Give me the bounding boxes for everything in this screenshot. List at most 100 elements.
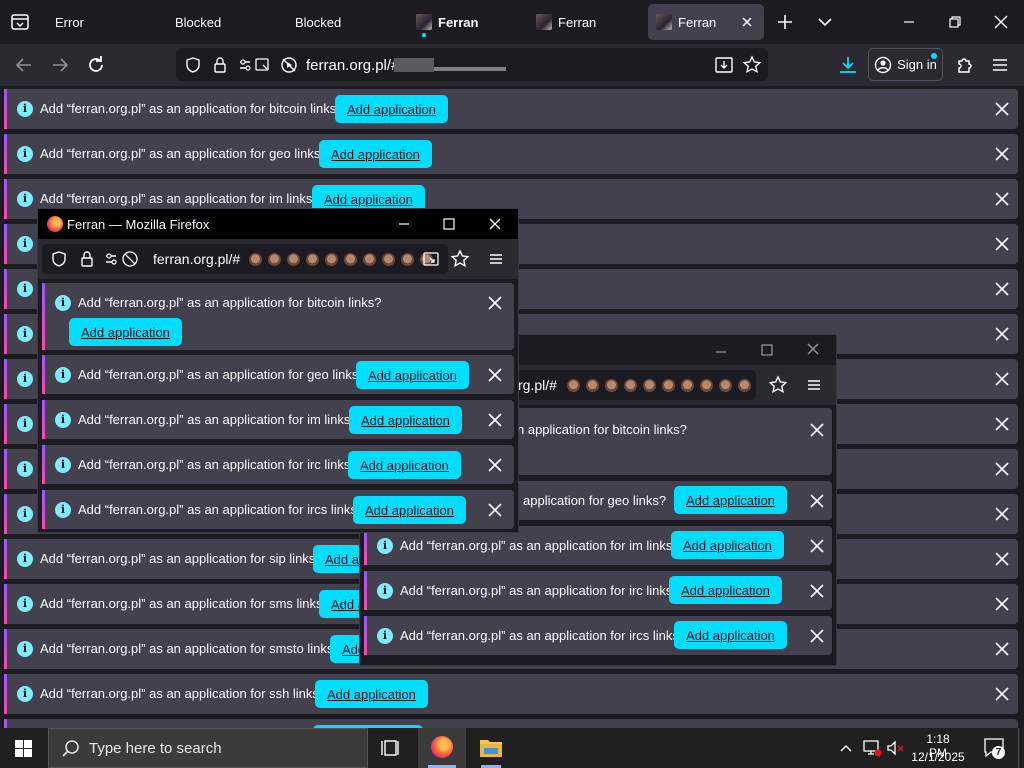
- close-icon[interactable]: [807, 626, 827, 646]
- tab-blocked-2[interactable]: Blocked: [284, 4, 396, 40]
- url-bar[interactable]: ferran.org.pl/#: [176, 48, 768, 81]
- close-icon[interactable]: [992, 279, 1012, 299]
- firefox-taskbar-icon[interactable]: [418, 728, 466, 768]
- show-desktop-strip[interactable]: [1018, 728, 1024, 768]
- popup-notification-bar: i Add “ferran.org.pl” as an application …: [42, 445, 514, 484]
- tab-ferran-1[interactable]: Ferran: [406, 4, 520, 40]
- reload-icon[interactable]: [84, 53, 108, 77]
- add-application-button[interactable]: Add application: [315, 680, 428, 708]
- close-icon[interactable]: [992, 504, 1012, 524]
- sign-in-button[interactable]: Sign in: [868, 48, 943, 81]
- restore-icon[interactable]: [940, 7, 970, 37]
- popup-notification-bar: i Add “ferran.org.pl” as an application …: [42, 283, 514, 350]
- hamburger-menu-icon[interactable]: [988, 53, 1012, 77]
- notification-center-icon[interactable]: 7: [982, 737, 1006, 759]
- taskbar-search-box[interactable]: Type here to search: [48, 728, 368, 768]
- new-tab-icon[interactable]: [776, 13, 794, 31]
- chevron-down-icon[interactable]: [816, 13, 834, 31]
- lock-icon[interactable]: [211, 56, 229, 74]
- tab-label: Blocked: [175, 14, 222, 30]
- close-window-icon[interactable]: [986, 7, 1016, 37]
- bookmark-star-icon[interactable]: [742, 55, 762, 75]
- shield-icon[interactable]: [184, 56, 202, 74]
- notification-bar: i Add “ferran.org.pl” as an application …: [4, 674, 1018, 714]
- popup-url-bar[interactable]: ferran.org.pl/#: [42, 244, 448, 274]
- clock-date[interactable]: 12/1/2025: [910, 750, 966, 764]
- add-application-button[interactable]: Add application: [348, 451, 461, 479]
- tab-strip: Error Blocked Blocked Ferran Ferran Ferr…: [0, 0, 1024, 44]
- close-tab-icon[interactable]: [738, 13, 756, 31]
- close-icon[interactable]: [992, 639, 1012, 659]
- back-arrow-icon[interactable]: [12, 53, 36, 77]
- tab-ferran-active[interactable]: Ferran: [648, 4, 764, 40]
- add-application-button[interactable]: Add application: [671, 531, 784, 559]
- add-application-button[interactable]: Add application: [669, 576, 782, 604]
- close-icon[interactable]: [992, 684, 1012, 704]
- bookmark-star-icon[interactable]: [450, 249, 470, 269]
- info-icon: i: [17, 281, 33, 297]
- add-application-button[interactable]: Add application: [353, 496, 466, 524]
- add-application-button[interactable]: Add application: [674, 621, 787, 649]
- close-icon[interactable]: [992, 99, 1012, 119]
- permissions-icon[interactable]: [238, 56, 278, 74]
- close-icon[interactable]: [992, 324, 1012, 344]
- close-icon[interactable]: [992, 414, 1012, 434]
- minimize-icon[interactable]: [397, 217, 411, 231]
- network-icon[interactable]: [862, 739, 882, 757]
- tab-error[interactable]: Error: [44, 4, 156, 40]
- close-icon[interactable]: [485, 293, 505, 313]
- close-icon[interactable]: [992, 549, 1012, 569]
- file-explorer-icon[interactable]: [467, 728, 515, 768]
- permissions-icon[interactable]: [104, 250, 144, 268]
- close-icon[interactable]: [992, 189, 1012, 209]
- add-application-button[interactable]: Add application: [674, 486, 787, 514]
- close-icon[interactable]: [807, 536, 827, 556]
- minimize-icon[interactable]: [714, 345, 728, 359]
- hamburger-menu-icon[interactable]: [486, 249, 506, 269]
- windows-start-icon[interactable]: [15, 740, 32, 757]
- close-icon[interactable]: [992, 459, 1012, 479]
- page-action-download-icon[interactable]: [714, 55, 734, 75]
- notification-message: Add “ferran.org.pl” as an application fo…: [78, 412, 358, 427]
- close-icon[interactable]: [992, 144, 1012, 164]
- info-icon: i: [55, 502, 71, 518]
- close-icon[interactable]: [485, 500, 505, 520]
- picture-in-picture-icon[interactable]: [422, 250, 440, 268]
- close-icon[interactable]: [807, 581, 827, 601]
- add-application-button[interactable]: Add application: [335, 95, 448, 123]
- close-icon[interactable]: [992, 594, 1012, 614]
- tab-blocked-1[interactable]: Blocked: [164, 4, 276, 40]
- close-window-icon[interactable]: [488, 217, 502, 231]
- autoplay-blocked-icon[interactable]: [280, 56, 298, 74]
- shield-icon[interactable]: [50, 250, 68, 268]
- chevron-up-icon[interactable]: [838, 740, 854, 756]
- popup-nav-bar: ferran.org.pl/#: [38, 239, 518, 279]
- task-view-icon[interactable]: [368, 728, 416, 768]
- add-application-button[interactable]: Add application: [349, 406, 462, 434]
- add-application-button[interactable]: Add application: [69, 318, 182, 346]
- close-window-icon[interactable]: [806, 342, 820, 356]
- close-icon[interactable]: [992, 234, 1012, 254]
- hamburger-menu-icon[interactable]: [804, 375, 824, 395]
- close-icon[interactable]: [485, 410, 505, 430]
- add-application-button[interactable]: Add application: [319, 140, 432, 168]
- popup-notification-bar: i Add “ferran.org.pl” as an application …: [42, 400, 514, 439]
- lock-icon[interactable]: [78, 250, 96, 268]
- speaker-muted-icon[interactable]: [886, 739, 906, 757]
- extensions-icon[interactable]: [953, 53, 977, 77]
- downloads-icon[interactable]: [836, 53, 860, 77]
- tab-list-icon[interactable]: [10, 12, 30, 32]
- add-application-button[interactable]: Add application: [356, 361, 469, 389]
- maximize-icon[interactable]: [442, 217, 456, 231]
- close-icon[interactable]: [807, 491, 827, 511]
- maximize-icon[interactable]: [760, 343, 774, 357]
- close-icon[interactable]: [992, 369, 1012, 389]
- tab-ferran-2[interactable]: Ferran: [526, 4, 640, 40]
- notification-message: application for geo links?: [523, 493, 667, 508]
- bookmark-star-icon[interactable]: [768, 375, 788, 395]
- minimize-icon[interactable]: [894, 7, 924, 37]
- close-icon[interactable]: [485, 365, 505, 385]
- close-icon[interactable]: [485, 455, 505, 475]
- close-icon[interactable]: [807, 420, 827, 440]
- forward-arrow-icon[interactable]: [48, 53, 72, 77]
